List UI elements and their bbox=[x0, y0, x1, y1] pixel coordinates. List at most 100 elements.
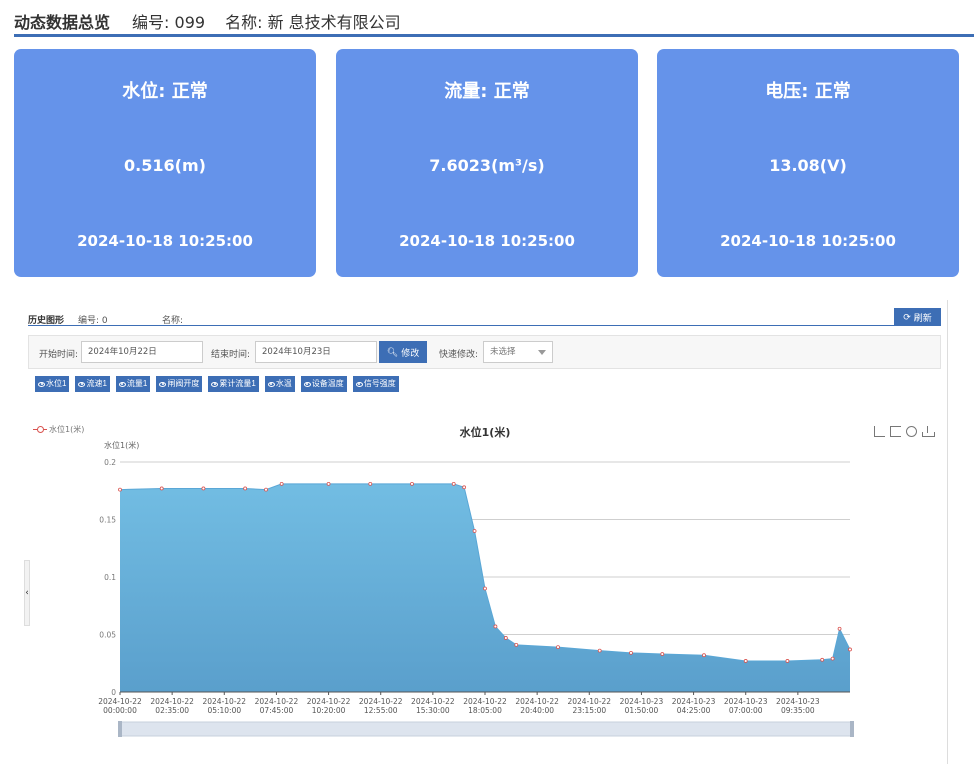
series-toggle-device-temp[interactable]: 设备温度 bbox=[300, 376, 347, 392]
start-time-input[interactable]: 2024年10月22日 bbox=[81, 341, 203, 363]
eye-icon bbox=[159, 381, 167, 387]
station-number: 编号: 099 bbox=[132, 9, 205, 33]
series-toggle-flow[interactable]: 流量1 bbox=[115, 376, 151, 392]
card-value: 7.6023(m³/s) bbox=[429, 156, 545, 175]
zoom-slider-track[interactable] bbox=[119, 721, 853, 737]
refresh-button[interactable]: ⟳ 刷新 bbox=[894, 308, 941, 326]
x-tick-label: 04:25:00 bbox=[677, 706, 711, 715]
x-tick-label: 23:15:00 bbox=[572, 706, 606, 715]
station-name-suffix: 息技术有限公司 bbox=[288, 13, 401, 32]
card-value: 13.08(V) bbox=[769, 156, 847, 175]
panel-divider bbox=[947, 300, 948, 764]
series-toggle-label: 流量1 bbox=[126, 379, 148, 388]
y-tick-label: 0.05 bbox=[99, 631, 116, 640]
start-time-label: 开始时间: bbox=[39, 350, 79, 360]
quick-select-dropdown[interactable]: 未选择 bbox=[483, 341, 553, 363]
data-point bbox=[326, 481, 331, 486]
x-tick-label: 10:20:00 bbox=[312, 706, 346, 715]
x-tick-label: 18:05:00 bbox=[468, 706, 502, 715]
eye-icon bbox=[118, 381, 126, 387]
series-toggle-water-level[interactable]: 水位1 bbox=[35, 376, 70, 392]
series-toggle-label: 设备温度 bbox=[311, 379, 344, 388]
x-tick-label: 12:55:00 bbox=[364, 706, 398, 715]
series-toggle-velocity[interactable]: 流速1 bbox=[75, 376, 110, 392]
x-tick-label: 2024-10-22 bbox=[98, 697, 142, 706]
x-tick-label: 2024-10-23 bbox=[620, 697, 664, 706]
data-point bbox=[702, 653, 706, 658]
x-tick-label: 01:50:00 bbox=[625, 706, 659, 715]
zoom-slider-handle-right[interactable] bbox=[850, 721, 854, 737]
quick-select-label: 快速修改: bbox=[439, 350, 479, 360]
data-point bbox=[785, 659, 790, 663]
x-tick-label: 2024-10-22 bbox=[202, 697, 246, 706]
x-tick-label: 15:30:00 bbox=[416, 706, 450, 715]
x-tick-label: 2024-10-23 bbox=[724, 697, 768, 706]
data-point bbox=[514, 642, 519, 647]
data-point bbox=[629, 650, 633, 655]
eye-icon bbox=[303, 381, 311, 387]
data-point bbox=[503, 636, 508, 640]
query-button[interactable]: 🔍︎ 修改 bbox=[379, 341, 427, 363]
eye-icon bbox=[211, 381, 219, 387]
flow-card: 流量: 正常 7.6023(m³/s) 2024-10-18 10:25:00 bbox=[336, 49, 638, 277]
x-tick-label: 00:00:00 bbox=[103, 706, 137, 715]
x-tick-label: 2024-10-22 bbox=[150, 697, 194, 706]
search-icon: 🔍︎ bbox=[386, 346, 399, 357]
collapse-handle[interactable]: ‹ bbox=[24, 560, 30, 626]
eye-icon bbox=[355, 381, 363, 387]
water-level-chart: 水位1(米)00.050.10.150.22024-10-2200:00:002… bbox=[98, 440, 854, 737]
page-header: 动态数据总览 编号: 099 名称: 新 息技术有限公司 bbox=[14, 6, 972, 36]
y-tick-label: 0.2 bbox=[104, 458, 116, 467]
x-tick-label: 2024-10-22 bbox=[567, 697, 611, 706]
data-point bbox=[743, 659, 748, 663]
end-time-input[interactable]: 2024年10月23日 bbox=[255, 341, 377, 363]
x-tick-label: 2024-10-23 bbox=[776, 697, 820, 706]
series-toggle-row: 水位1 流速1 流量1 闸阀开度 累计流量1 水温 设备温度 信号强度 bbox=[35, 376, 399, 392]
voltage-card: 电压: 正常 13.08(V) 2024-10-18 10:25:00 bbox=[657, 49, 959, 277]
series-toggle-label: 水温 bbox=[275, 379, 292, 388]
data-point bbox=[830, 656, 835, 661]
station-name: 名称: 新 息技术有限公司 bbox=[225, 9, 401, 33]
series-toggle-label: 信号强度 bbox=[363, 379, 396, 388]
station-name-label: 名称: bbox=[225, 13, 263, 32]
filter-bar: 开始时间: 2024年10月22日 结束时间: 2024年10月23日 🔍︎ 修… bbox=[28, 335, 941, 369]
data-point bbox=[493, 624, 498, 629]
quick-select-value: 未选择 bbox=[490, 347, 516, 357]
x-tick-label: 2024-10-22 bbox=[515, 697, 559, 706]
y-tick-label: 0 bbox=[111, 688, 116, 697]
card-title: 水位: 正常 bbox=[122, 81, 208, 102]
x-tick-label: 2024-10-22 bbox=[255, 697, 299, 706]
data-point bbox=[279, 481, 284, 486]
series-toggle-cumulative-flow[interactable]: 累计流量1 bbox=[208, 376, 259, 392]
refresh-button-label: 刷新 bbox=[913, 312, 932, 323]
chevron-down-icon bbox=[538, 350, 546, 355]
series-toggle-label: 闸阀开度 bbox=[167, 379, 200, 388]
refresh-icon: ⟳ bbox=[903, 311, 911, 322]
data-point bbox=[483, 586, 487, 591]
data-point bbox=[159, 486, 164, 491]
data-point bbox=[368, 481, 373, 486]
x-tick-label: 2024-10-22 bbox=[359, 697, 403, 706]
data-point bbox=[451, 481, 456, 486]
data-point bbox=[556, 645, 560, 650]
data-point bbox=[118, 487, 122, 492]
zoom-slider-handle-left[interactable] bbox=[118, 721, 122, 737]
data-point bbox=[597, 648, 602, 653]
series-toggle-signal[interactable]: 信号强度 bbox=[352, 376, 399, 392]
y-tick-label: 0.15 bbox=[99, 516, 116, 525]
x-tick-label: 2024-10-22 bbox=[463, 697, 507, 706]
series-toggle-gate-opening[interactable]: 闸阀开度 bbox=[156, 376, 203, 392]
end-time-label: 结束时间: bbox=[211, 350, 251, 360]
card-title: 流量: 正常 bbox=[444, 81, 530, 102]
data-point bbox=[243, 486, 248, 491]
x-tick-label: 05:10:00 bbox=[207, 706, 241, 715]
x-tick-label: 02:35:00 bbox=[155, 706, 189, 715]
data-point bbox=[848, 647, 852, 652]
x-tick-label: 09:35:00 bbox=[781, 706, 815, 715]
query-button-label: 修改 bbox=[401, 347, 420, 358]
x-tick-label: 2024-10-22 bbox=[411, 697, 455, 706]
card-title: 电压: 正常 bbox=[765, 81, 851, 102]
data-point bbox=[201, 486, 206, 491]
history-divider bbox=[28, 325, 941, 326]
series-toggle-water-temp[interactable]: 水温 bbox=[264, 376, 295, 392]
